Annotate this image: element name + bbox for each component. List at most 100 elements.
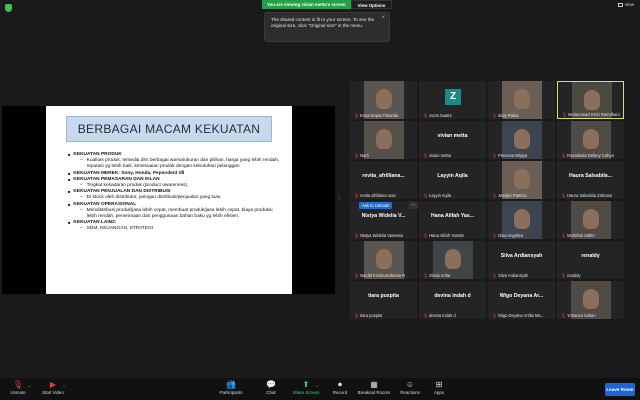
participant-tile[interactable]: 🎙 Rosadinda Defany Cahya — [557, 121, 624, 159]
microphone-muted-icon: 🎙 — [354, 193, 360, 198]
participant-name-label: 🎙 Princesa Wijaya — [492, 153, 527, 158]
slide-sub-item: – Kualitas produk, tersedia dlm berbagai … — [68, 158, 282, 170]
apps-button[interactable]: ⊞ Apps — [430, 380, 448, 395]
microphone-muted-icon: 🎙 — [423, 273, 429, 278]
participant-name: Nistya Widelia Vanessa — [360, 233, 403, 238]
participant-tile[interactable]: 🎙 devy Riana — [488, 81, 555, 119]
microphone-muted-icon: 🎙 — [492, 153, 498, 158]
participant-tile[interactable]: Wigo Deyana Ar... 🎙 Wigo Deyana Artilia Ma… — [488, 281, 555, 319]
microphone-muted-icon: 🎙 — [354, 233, 360, 238]
microphone-muted-icon: 🎙 — [354, 273, 360, 278]
participant-tile[interactable]: 🎙 Erisa Nopia Fitrianda — [350, 81, 417, 119]
participant-tile[interactable]: devina indah d 🎙 devina indah d — [419, 281, 486, 319]
participant-name: Narti — [360, 153, 369, 158]
grid-icon — [617, 2, 623, 7]
participant-tile[interactable]: 🎙 Jesslyn Patricia — [488, 161, 555, 199]
microphone-muted-icon: 🎙 — [492, 233, 498, 238]
participant-face — [376, 89, 392, 109]
participant-tile[interactable]: Hana Alifah Yas... 🎙 Hana Alifah Yasmin — [419, 201, 486, 239]
participants-label: Participants — [219, 390, 243, 395]
microphone-muted-icon: 🎙 — [423, 313, 429, 318]
participant-tile[interactable]: 🎙 Mohrifah Safitri — [557, 201, 624, 239]
microphone-muted-icon: 🎙 — [423, 233, 429, 238]
participant-tile[interactable]: tiara puspita 🎙 tiara puspita — [350, 281, 417, 319]
participant-tile[interactable]: 🎙 Princesa Wijaya — [488, 121, 555, 159]
more-options-button[interactable]: ... — [409, 202, 418, 209]
dash-icon: – — [80, 207, 83, 213]
leave-room-button[interactable]: Leave Room — [605, 383, 635, 396]
breakout-rooms-icon: ▦ — [370, 380, 378, 389]
participant-display-name: Layyin Aqila — [437, 173, 468, 179]
microphone-muted-icon: 🎙 — [492, 313, 498, 318]
participant-tile[interactable]: Haura Salsabila... 🎙 Haura Salsabila Zahra… — [557, 161, 624, 199]
shared-screen: BERBAGAI MACAM KEKUATAN ■ KEKUATAN PRODUK… — [2, 106, 335, 294]
microphone-muted-icon: 🎙 — [561, 233, 567, 238]
view-options-button[interactable]: View Options — [350, 0, 393, 9]
microphone-muted-icon: 🎙 — [354, 313, 360, 318]
participant-name: revita afrilliana rosa — [360, 193, 396, 198]
participant-tile[interactable]: vivian metta 🎙 vivian metta — [419, 121, 486, 159]
participant-name-label: 🎙 tiara puspita — [354, 313, 382, 318]
record-button[interactable]: ⏺ Record — [330, 380, 350, 395]
reactions-label: Reactions — [400, 390, 420, 395]
bullet-icon: ■ — [68, 201, 71, 207]
participant-tile[interactable]: 🎙 Narti — [350, 121, 417, 159]
participant-tile[interactable]: revita_afrilliana... 🎙 revita afrilliana r… — [350, 161, 417, 199]
participant-tile[interactable]: 🎙 Dinda Arlita — [419, 241, 486, 279]
participant-name-label: 🎙 Dina Angelica — [492, 233, 523, 238]
participant-tile[interactable]: renaldy 🎙 renaldy — [557, 241, 624, 279]
participant-name-label: 🎙 Wigo Deyana Artilia Ma... — [492, 313, 544, 318]
participant-name-label: 🎙 zoom baa04 — [423, 113, 452, 118]
participant-display-name: Silva Ardiansyah — [500, 253, 543, 259]
participant-tile[interactable]: 🎙 Mohammad Rizki Ramdhani — [557, 81, 624, 119]
participant-face — [376, 129, 392, 149]
chat-button[interactable]: 💬 Chat — [262, 380, 280, 395]
participant-tile[interactable]: 🎙 Naufal Fachrurrahman R — [350, 241, 417, 279]
chevron-up-icon[interactable]: ^ — [63, 384, 65, 389]
presentation-slide: BERBAGAI MACAM KEKUATAN ■ KEKUATAN PRODUK… — [46, 106, 292, 294]
security-shield-icon[interactable] — [5, 4, 12, 12]
participant-name-label: 🎙 Dinda Arlita — [423, 273, 450, 278]
apps-icon: ⊞ — [435, 380, 443, 389]
viewing-screen-text: You are viewing vivian metta's screen — [262, 0, 351, 9]
participant-tile[interactable]: 🎙 Dina Angelica — [488, 201, 555, 239]
participant-name: Jesslyn Patricia — [498, 193, 527, 198]
participant-face — [514, 129, 530, 149]
participant-name-label: 🎙 vivian metta — [423, 153, 451, 158]
record-icon: ⏺ — [338, 380, 342, 389]
participants-count: 24 — [230, 379, 235, 384]
ask-to-unmute-button[interactable]: Ask to Unmute — [359, 202, 393, 209]
participants-button[interactable]: 👥 24 Participants — [218, 379, 244, 395]
close-icon[interactable]: × — [381, 15, 385, 21]
participant-video — [364, 121, 404, 159]
participant-name: Dina Angelica — [498, 233, 524, 238]
participant-name-label: 🎙 Mohammad Rizki Ramdhani — [562, 112, 620, 117]
breakout-rooms-button[interactable]: ▦ Breakout Rooms — [355, 380, 393, 395]
reactions-button[interactable]: ☺ Reactions — [398, 380, 422, 395]
split-handle-icon[interactable]: ⋮ — [336, 194, 342, 201]
participant-tile[interactable]: Silva Ardiansyah 🎙 Silva Ardiansyah — [488, 241, 555, 279]
microphone-muted-icon: 🎙 — [354, 153, 360, 158]
participant-tile[interactable]: Z 🎙 zoom baa04 — [419, 81, 486, 119]
participant-tile[interactable]: 🎙 Yohanes Adrian — [557, 281, 624, 319]
microphone-muted-icon: 🎙 — [12, 380, 24, 389]
participant-name-label: 🎙 renaldy — [561, 273, 581, 278]
participant-name: Dinda Arlita — [429, 273, 451, 278]
chevron-up-icon[interactable]: ^ — [28, 384, 30, 389]
view-label: View — [624, 2, 634, 7]
breakout-rooms-label: Breakout Rooms — [357, 390, 391, 395]
unmute-button[interactable]: 🎙 Unmute — [6, 380, 30, 395]
participant-face — [376, 249, 392, 269]
microphone-muted-icon: 🎙 — [492, 273, 498, 278]
chevron-up-icon[interactable]: ^ — [316, 384, 318, 389]
chat-label: Chat — [266, 390, 276, 395]
participant-display-name: Wigo Deyana Ar... — [499, 293, 544, 299]
participant-name-label: 🎙 devy Riana — [492, 113, 519, 118]
view-button[interactable]: View — [617, 2, 634, 7]
meeting-toolbar: 🎙 Unmute ^ ▶ Start Video ^ 👥 24 Particip… — [0, 378, 640, 400]
participant-face — [514, 169, 530, 189]
participant-tile[interactable]: Layyin Aqila 🎙 Layyin Aqila — [419, 161, 486, 199]
slide-sub-text: SDM, KEUANGAN, STRATEGI — [86, 226, 154, 232]
chat-icon: 💬 — [266, 380, 276, 389]
participant-name: devina indah d — [429, 313, 456, 318]
